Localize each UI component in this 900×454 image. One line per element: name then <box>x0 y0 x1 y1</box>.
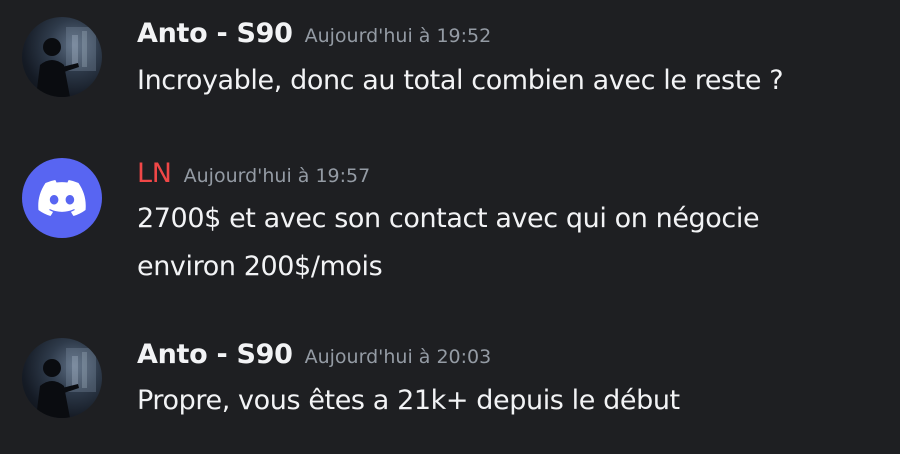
message-timestamp: Aujourd'hui à 19:52 <box>304 25 492 47</box>
message-content: 2700$ et avec son contact avec qui on né… <box>137 195 760 291</box>
message-author[interactable]: LN <box>137 158 172 189</box>
message-content: Incroyable, donc au total combien avec l… <box>137 57 784 105</box>
message-timestamp: Aujourd'hui à 20:03 <box>304 346 492 368</box>
discord-logo-icon <box>38 180 86 216</box>
chat-messages: Anto - S90 Aujourd'hui à 19:52 Incroyable… <box>0 0 900 454</box>
message-author[interactable]: Anto - S90 <box>137 339 293 370</box>
message-line: environ 200$/mois <box>137 251 383 282</box>
message-content: Propre, vous êtes a 21k+ depuis le début <box>137 377 680 425</box>
message-line: 2700$ et avec son contact avec qui on né… <box>137 203 760 234</box>
user-avatar[interactable] <box>22 17 102 97</box>
person-photo-icon <box>36 27 96 97</box>
message-author[interactable]: Anto - S90 <box>137 18 293 49</box>
message-timestamp: Aujourd'hui à 19:57 <box>183 165 371 187</box>
user-avatar[interactable] <box>22 338 102 418</box>
message-line: Propre, vous êtes a 21k+ depuis le début <box>137 385 680 416</box>
person-photo-icon <box>36 348 96 418</box>
user-avatar[interactable] <box>22 158 102 238</box>
message-line: Incroyable, donc au total combien avec l… <box>137 65 784 96</box>
